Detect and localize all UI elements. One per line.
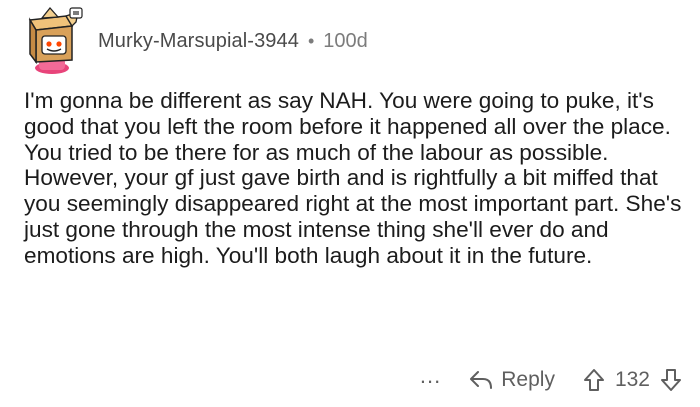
- avatar[interactable]: [22, 6, 86, 76]
- comment: Murky-Marsupial-3944 • 100d I'm gonna be…: [0, 0, 700, 407]
- comment-body: I'm gonna be different as say NAH. You w…: [24, 88, 682, 268]
- comment-age: 100d: [323, 29, 368, 52]
- reply-label: Reply: [501, 368, 555, 391]
- comment-header: Murky-Marsupial-3944 • 100d: [22, 6, 368, 76]
- comment-actions: ... Reply 132: [420, 362, 682, 398]
- vote-score: 132: [614, 368, 650, 391]
- reply-arrow-icon: [470, 371, 493, 389]
- snoo-box-avatar-icon: [28, 6, 83, 74]
- author-username[interactable]: Murky-Marsupial-3944: [98, 30, 299, 53]
- meta-separator: •: [307, 30, 315, 51]
- upvote-arrow-icon[interactable]: [583, 368, 605, 392]
- downvote-arrow-icon[interactable]: [660, 368, 682, 392]
- vote-controls: 132: [583, 368, 682, 392]
- reply-button[interactable]: Reply: [469, 368, 555, 392]
- more-options-button[interactable]: ...: [420, 365, 441, 387]
